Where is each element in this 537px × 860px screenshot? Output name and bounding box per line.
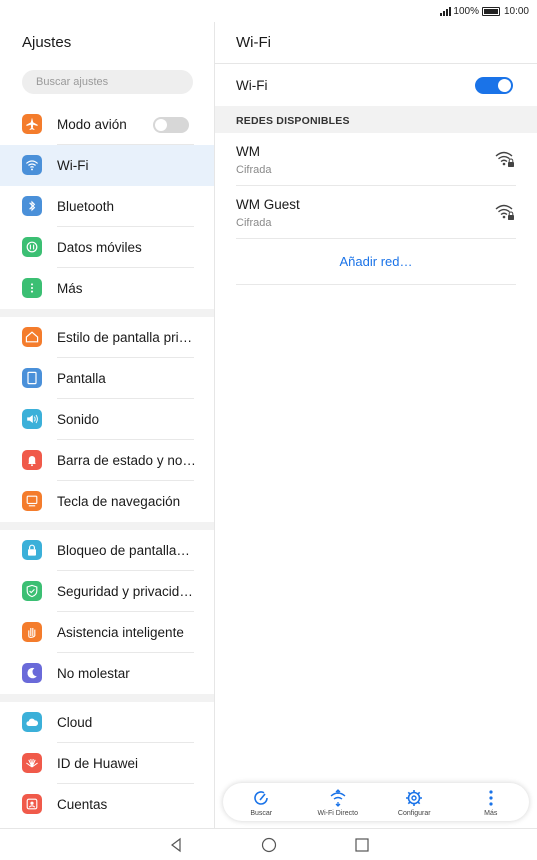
sidebar-title: Ajustes [22, 34, 72, 51]
sidebar-item-wifi[interactable]: Wi-Fi [0, 145, 214, 186]
sidebar-item-label: Más [57, 281, 83, 296]
sidebar-item-shield[interactable]: Seguridad y privacid… [0, 571, 214, 612]
sidebar-item-label: Estilo de pantalla pri… [57, 330, 193, 345]
battery-icon [481, 6, 500, 16]
home-icon [22, 327, 42, 347]
sidebar-item-label: Wi-Fi [57, 158, 89, 173]
network-security: Cifrada [236, 164, 272, 176]
configure-button[interactable]: Configurar [376, 783, 453, 821]
back-icon[interactable] [168, 837, 184, 853]
page-title: Wi-Fi [215, 22, 537, 64]
sidebar-item-label: Modo avión [57, 117, 127, 132]
wifi-direct-label: Wi-Fi Directo [317, 810, 358, 817]
wifi-toggle-row[interactable]: Wi-Fi [215, 64, 537, 106]
more-vertical-icon [489, 790, 493, 806]
sidebar-item-lock[interactable]: Bloqueo de pantalla… [0, 530, 214, 571]
recents-icon[interactable] [354, 837, 370, 853]
sidebar-item-home[interactable]: Estilo de pantalla pri… [0, 317, 214, 358]
wifi-icon [22, 155, 42, 175]
scan-label: Buscar [250, 810, 273, 817]
network-name: WM [236, 144, 260, 159]
sidebar-item-label: Datos móviles [57, 240, 142, 255]
network-security: Cifrada [236, 217, 272, 229]
sidebar-item-moon[interactable]: No molestar [0, 653, 214, 694]
sidebar-item-cloud[interactable]: Cloud [0, 702, 214, 743]
divider [236, 284, 516, 285]
home-button-icon[interactable] [261, 837, 277, 853]
sidebar-item-display[interactable]: Pantalla [0, 358, 214, 399]
sidebar-item-label: Cuentas [57, 797, 108, 812]
sidebar-item-label: No molestar [57, 666, 130, 681]
sidebar-item-airplane[interactable]: Modo avión [0, 104, 214, 145]
display-icon [22, 368, 42, 388]
add-network-label: Añadir red… [339, 254, 413, 269]
sidebar-item-bluetooth[interactable]: Bluetooth [0, 186, 214, 227]
sidebar-item-label: Bloqueo de pantalla… [57, 543, 190, 558]
sidebar-item-label: Cloud [57, 715, 93, 730]
more-button[interactable]: Más [453, 783, 530, 821]
scan-icon [254, 791, 269, 805]
airplane-icon [22, 114, 42, 134]
sidebar-item-sound[interactable]: Sonido [0, 399, 214, 440]
status-bar: 100% 10:00 [0, 0, 537, 22]
configure-label: Configurar [397, 810, 431, 817]
section-header: REDES DISPONIBLES [215, 106, 537, 133]
sidebar-item-account[interactable]: Cuentas [0, 784, 214, 825]
sidebar-item-label: Bluetooth [57, 199, 115, 214]
sidebar-item-notification[interactable]: Barra de estado y no… [0, 440, 214, 481]
sidebar-item-navigation-key[interactable]: Tecla de navegación [0, 481, 214, 522]
wifi-direct-icon [330, 789, 346, 807]
navigation-key-icon [22, 491, 42, 511]
sidebar-item-mobile-data[interactable]: Datos móviles [0, 227, 214, 268]
wifi-toggle[interactable] [475, 77, 513, 94]
gear-icon [406, 790, 423, 806]
clock: 10:00 [503, 5, 529, 17]
sidebar-item-label: Pantalla [57, 371, 106, 386]
scan-button[interactable]: Buscar [223, 783, 300, 821]
more-icon [22, 278, 42, 298]
add-network-button[interactable]: Añadir red… [215, 239, 537, 285]
group-divider [0, 694, 214, 702]
network-item[interactable]: WM Cifrada [215, 133, 537, 186]
system-nav-bar [0, 828, 537, 860]
battery-percent: 100% [453, 5, 479, 17]
wifi-direct-button[interactable]: Wi-Fi Directo [300, 783, 377, 821]
wifi-locked-icon [495, 151, 514, 167]
wifi-panel: Wi-Fi Wi-Fi REDES DISPONIBLES WM Cifrada W… [215, 22, 537, 828]
sidebar-item-huawei[interactable]: ID de Huawei [0, 743, 214, 784]
hand-icon [22, 622, 42, 642]
network-name: WM Guest [236, 197, 300, 212]
group-divider [0, 309, 214, 317]
lock-icon [22, 540, 42, 560]
network-item[interactable]: WM Guest Cifrada [215, 186, 537, 239]
sidebar-item-label: Barra de estado y no… [57, 453, 196, 468]
sidebar-item-label: Asistencia inteligente [57, 625, 184, 640]
bottom-toolbar: Buscar Wi-Fi Directo Configurar Más [223, 783, 529, 821]
group-divider [0, 522, 214, 530]
sidebar-item-label: Sonido [57, 412, 100, 427]
sidebar-item-more[interactable]: Más [0, 268, 214, 309]
huawei-icon [22, 753, 42, 773]
signal-icon [439, 6, 452, 16]
network-list: WM Cifrada WM Guest Cifrada [215, 133, 537, 239]
settings-sidebar: Ajustes Buscar ajustes Modo avión Wi-Fi Bl… [0, 22, 215, 828]
bluetooth-icon [22, 196, 42, 216]
cloud-icon [22, 712, 42, 732]
more-label: Más [484, 810, 498, 817]
sidebar-item-label: Tecla de navegación [57, 494, 181, 509]
search-input[interactable]: Buscar ajustes [22, 70, 193, 94]
airplane-mode-toggle[interactable] [153, 117, 189, 133]
sidebar-item-label: Seguridad y privacid… [57, 584, 193, 599]
sound-icon [22, 409, 42, 429]
account-icon [22, 794, 42, 814]
notification-icon [22, 450, 42, 470]
wifi-label: Wi-Fi [236, 78, 268, 93]
sidebar-item-label: ID de Huawei [57, 756, 139, 771]
settings-list: Modo avión Wi-Fi Bluetooth Datos móviles Más… [0, 104, 214, 825]
moon-icon [22, 663, 42, 683]
wifi-locked-icon [495, 204, 514, 220]
sidebar-item-hand[interactable]: Asistencia inteligente [0, 612, 214, 653]
shield-icon [22, 581, 42, 601]
mobile-data-icon [22, 237, 42, 257]
